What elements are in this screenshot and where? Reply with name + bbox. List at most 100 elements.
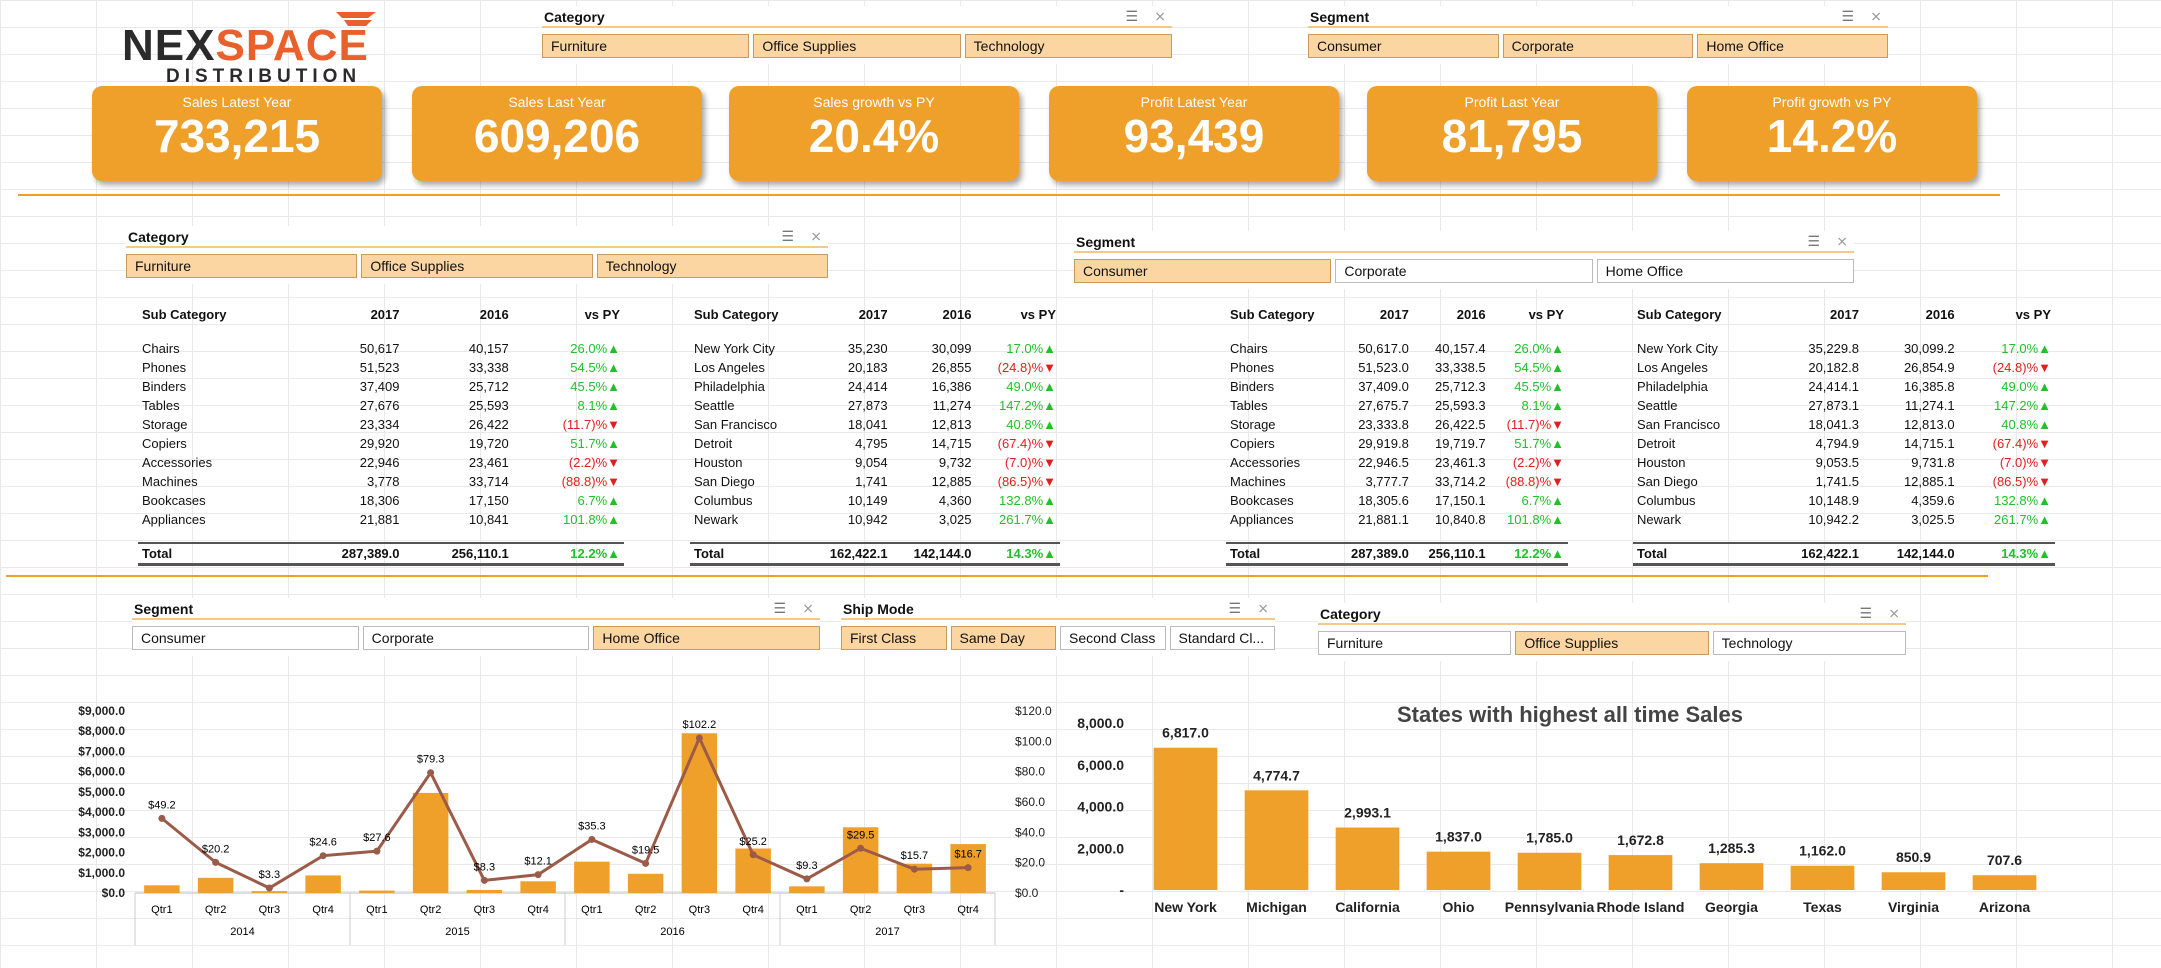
line-point <box>319 852 327 860</box>
table-cell: (7.0)%▼ <box>1999 455 2051 470</box>
slicer-item-consumer[interactable]: Consumer <box>132 626 359 650</box>
x-tick-label: Qtr3 <box>474 904 495 916</box>
slicer-item-home-office[interactable]: Home Office <box>593 626 821 650</box>
table-cell: 37,409 <box>359 379 400 394</box>
slicer-item-second-class[interactable]: Second Class <box>1060 626 1166 650</box>
multi-select-icon[interactable]: ☰ <box>1807 233 1820 250</box>
slicer-item-furniture[interactable]: Furniture <box>126 254 358 278</box>
table-cell: 25,712 <box>468 379 509 394</box>
multi-select-icon[interactable]: ☰ <box>1228 600 1241 617</box>
slicer-item-office-supplies[interactable]: Office Supplies <box>361 254 593 278</box>
multi-select-icon[interactable]: ☰ <box>773 600 786 617</box>
x-tick-label: Qtr3 <box>689 904 710 916</box>
slicer-item-furniture[interactable]: Furniture <box>1318 631 1512 655</box>
kpi-label: Sales growth vs PY <box>813 94 935 110</box>
clear-filter-icon[interactable]: ⨯ <box>1870 8 1882 25</box>
slicer-item-corporate[interactable]: Corporate <box>1335 259 1593 283</box>
clear-filter-icon[interactable]: ⨯ <box>810 228 822 245</box>
table-row: Houston 9,053.5 9,731.8 (7.0)%▼ <box>1633 453 2055 472</box>
slicer-item-furniture[interactable]: Furniture <box>542 34 750 58</box>
bar <box>305 875 341 893</box>
logo-word-nex: NEX <box>122 21 216 70</box>
slicer-item-corporate[interactable]: Corporate <box>1502 34 1694 58</box>
table-cell: 30,099 <box>931 341 972 356</box>
slicer-item-home-office[interactable]: Home Office <box>1596 259 1854 283</box>
multi-select-icon[interactable]: ☰ <box>781 228 794 245</box>
bar <box>1517 852 1582 890</box>
line-point <box>212 858 220 866</box>
slicer-item-consumer[interactable]: Consumer <box>1074 259 1332 283</box>
slicer-item-same-day[interactable]: Same Day <box>950 626 1056 650</box>
table-cell: 40.8%▲ <box>2001 417 2051 432</box>
table-cell: 29,920 <box>359 436 400 451</box>
table-cell: 50,617.0 <box>1358 341 1409 356</box>
table-cell: 18,305.6 <box>1358 493 1409 508</box>
kpi-label: Profit Latest Year <box>1140 94 1248 110</box>
slicer-item-corporate[interactable]: Corporate <box>362 626 590 650</box>
shipmode-slicer: Ship Mode ☰ ⨯ First Class Same Day Second C… <box>841 598 1275 656</box>
x-tick-label: Qtr2 <box>205 904 226 916</box>
table-cell: Columbus <box>694 493 753 508</box>
data-label: $27.6 <box>363 832 391 844</box>
slicer-item-technology[interactable]: Technology <box>1712 631 1906 655</box>
table-cell: (11.7)%▼ <box>562 417 620 432</box>
data-label: 1,162.0 <box>1799 843 1846 859</box>
table-cell: 40,157 <box>468 341 509 356</box>
x-tick-label: Qtr4 <box>957 904 978 916</box>
table-cell: 11,274 <box>932 398 972 413</box>
table-cell: 23,461 <box>468 455 509 470</box>
table-cell: 132.8%▲ <box>999 493 1056 508</box>
slicer-item-office-supplies[interactable]: Office Supplies <box>753 34 961 58</box>
table-cell: 10,942 <box>847 512 888 527</box>
line-point <box>642 859 650 867</box>
bar <box>681 733 718 893</box>
slicer-item-first-class[interactable]: First Class <box>841 626 947 650</box>
table-cell: New York City <box>694 341 775 356</box>
slicer-item-office-supplies[interactable]: Office Supplies <box>1515 631 1709 655</box>
kpi-card-6: Profit growth vs PY 14.2% <box>1687 86 1977 181</box>
slicer-item-consumer[interactable]: Consumer <box>1308 34 1499 58</box>
clear-filter-icon[interactable]: ⨯ <box>1154 8 1166 25</box>
table-row: Seattle 27,873 11,274 147.2%▲ <box>690 396 1060 415</box>
clear-filter-icon[interactable]: ⨯ <box>802 600 814 617</box>
table-cell: 19,719.7 <box>1435 436 1486 451</box>
multi-select-icon[interactable]: ☰ <box>1859 605 1872 622</box>
table-cell: Los Angeles <box>1637 360 1708 375</box>
table-cell: 18,041.3 <box>1808 417 1859 432</box>
multi-select-icon[interactable]: ☰ <box>1841 8 1854 25</box>
column-header: vs PY <box>584 306 620 322</box>
x-tick-label: Qtr4 <box>312 904 333 916</box>
multi-select-icon[interactable]: ☰ <box>1125 8 1138 25</box>
clear-filter-icon[interactable]: ⨯ <box>1836 233 1848 250</box>
table-cell: 9,054 <box>855 455 888 470</box>
table-cell: Los Angeles <box>694 360 765 375</box>
table-cell: 4,360 <box>938 493 972 508</box>
slicer-item-home-office[interactable]: Home Office <box>1697 34 1889 58</box>
data-label: $24.6 <box>309 837 337 849</box>
table-cell: Machines <box>142 474 198 489</box>
table-cell: 33,338 <box>468 360 509 375</box>
line-point <box>857 844 865 852</box>
slicer-item-technology[interactable]: Technology <box>964 34 1172 58</box>
table-cell: Seattle <box>694 398 735 413</box>
table-cell: 20,182.8 <box>1808 360 1859 375</box>
table-cell: 6.7%▲ <box>1521 493 1565 508</box>
clear-filter-icon[interactable]: ⨯ <box>1257 600 1269 617</box>
table-cell: San Francisco <box>1637 417 1721 432</box>
table-cell: Seattle <box>1637 398 1678 413</box>
y2-tick-label: $20.0 <box>1015 856 1045 870</box>
table-cell: 24,414 <box>847 379 888 394</box>
kpi-card-4: Profit Latest Year 93,439 <box>1049 86 1339 181</box>
data-label: $9.3 <box>796 860 817 872</box>
table-cell: 11,274.1 <box>1904 398 1955 413</box>
data-label: $15.7 <box>901 850 929 862</box>
y2-tick-label: $40.0 <box>1015 825 1045 839</box>
table-total-row: Total 162,422.1 142,144.0 14.3%▲ <box>690 542 1060 566</box>
slicer-item-technology[interactable]: Technology <box>596 254 828 278</box>
table-cell: 142,144.0 <box>891 542 976 566</box>
slicer-item-standard-cl[interactable]: Standard Cl... <box>1169 626 1275 650</box>
table-cell: (86.5)%▼ <box>997 474 1056 489</box>
table-cell: 26,855 <box>931 360 972 375</box>
line-point <box>749 851 757 859</box>
clear-filter-icon[interactable]: ⨯ <box>1888 605 1900 622</box>
